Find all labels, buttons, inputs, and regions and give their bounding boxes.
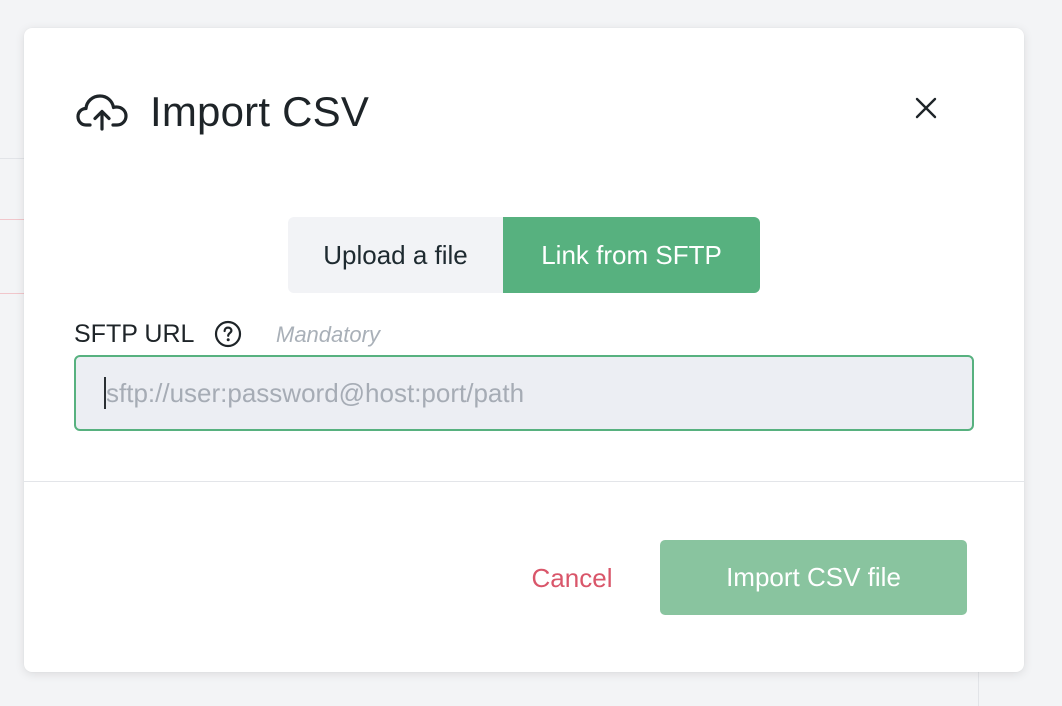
import-csv-file-button[interactable]: Import CSV file [660, 540, 967, 615]
text-cursor [104, 377, 106, 409]
sftp-url-input[interactable] [74, 355, 974, 431]
link-from-sftp-option[interactable]: Link from SFTP [503, 217, 760, 293]
close-icon [915, 97, 937, 119]
question-circle-icon[interactable] [214, 320, 242, 348]
close-button[interactable] [910, 92, 942, 124]
background-divider [978, 672, 979, 706]
footer-divider [24, 481, 1024, 482]
upload-file-option[interactable]: Upload a file [288, 217, 503, 293]
cloud-upload-icon [76, 94, 128, 131]
import-csv-dialog: Import CSV Upload a file Link from SFTP … [24, 28, 1024, 672]
source-toggle: Upload a file Link from SFTP [288, 217, 760, 293]
dialog-title: Import CSV [150, 88, 370, 135]
cancel-button[interactable]: Cancel [512, 540, 632, 616]
dialog-header: Import CSV [24, 28, 1024, 198]
sftp-url-label: SFTP URL [74, 320, 195, 348]
mandatory-hint: Mandatory [276, 322, 380, 347]
